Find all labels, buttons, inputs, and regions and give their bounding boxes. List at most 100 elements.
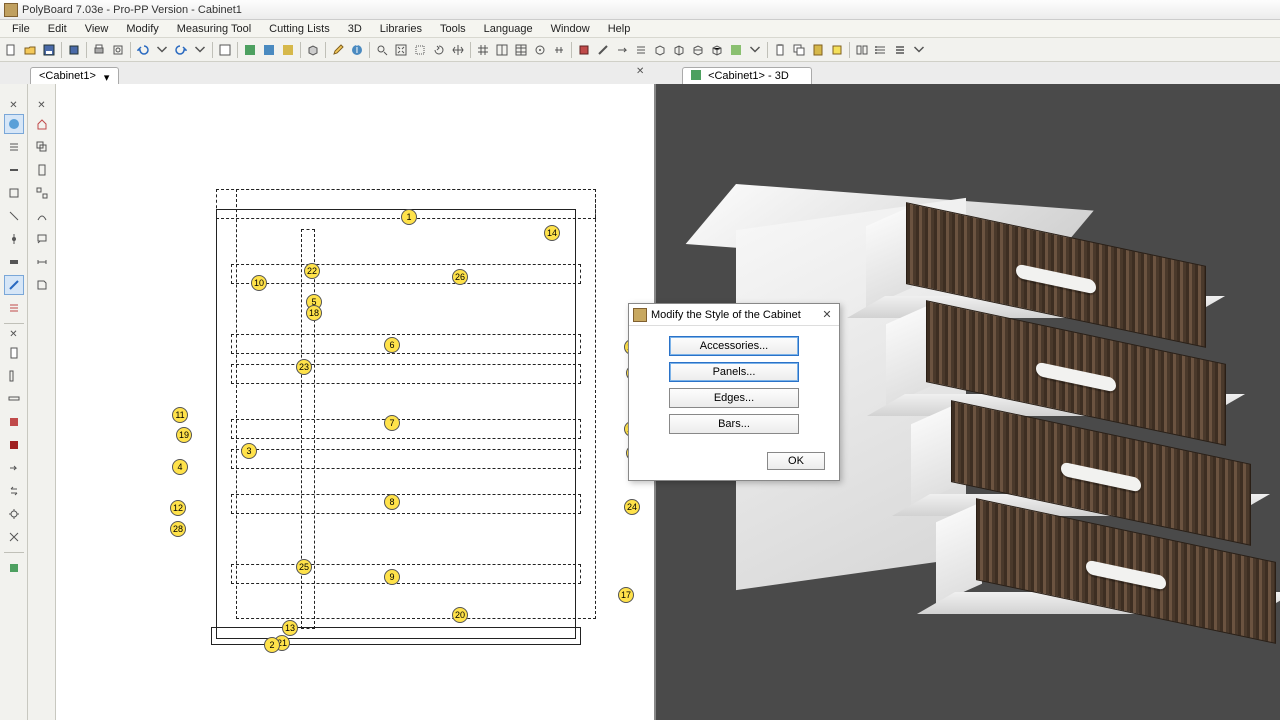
- dialog-close-button[interactable]: ✕: [819, 307, 835, 323]
- tool-ext[interactable]: [4, 527, 24, 547]
- menu-window[interactable]: Window: [543, 22, 598, 36]
- tb-p1d[interactable]: [746, 41, 764, 59]
- menu-3d[interactable]: 3D: [340, 22, 370, 36]
- tb-open[interactable]: [21, 41, 39, 59]
- menu-cutting[interactable]: Cutting Lists: [261, 22, 338, 36]
- tb-m3[interactable]: [613, 41, 631, 59]
- tool-pv[interactable]: [4, 366, 24, 386]
- tb-div[interactable]: [493, 41, 511, 59]
- tool-pointer[interactable]: [4, 114, 24, 134]
- tool-line[interactable]: [4, 137, 24, 157]
- tb-layer-g[interactable]: [241, 41, 259, 59]
- tb-save[interactable]: [40, 41, 58, 59]
- tb-constraint[interactable]: [550, 41, 568, 59]
- window-title: PolyBoard 7.03e - Pro-PP Version - Cabin…: [22, 4, 242, 16]
- menu-view[interactable]: View: [77, 22, 117, 36]
- tb-b1[interactable]: [651, 41, 669, 59]
- tb-redo-drop[interactable]: [191, 41, 209, 59]
- tb-b2[interactable]: [670, 41, 688, 59]
- tb-new[interactable]: [2, 41, 20, 59]
- tab-cabinet-2d[interactable]: <Cabinet1> ▾: [30, 67, 119, 84]
- tool2-curve[interactable]: [32, 206, 52, 226]
- tool-join[interactable]: [4, 229, 24, 249]
- tool2-note[interactable]: [32, 229, 52, 249]
- viewport-2d[interactable]: 1 14 22 5 26 10 18 6 15 23 27 19 3 7 16 …: [56, 84, 656, 720]
- tb-zoom[interactable]: [373, 41, 391, 59]
- menu-language[interactable]: Language: [476, 22, 541, 36]
- tb-preview[interactable]: [109, 41, 127, 59]
- tb-table[interactable]: [512, 41, 530, 59]
- tb-layer-y[interactable]: [279, 41, 297, 59]
- tb-note[interactable]: [828, 41, 846, 59]
- tb-pencil[interactable]: [329, 41, 347, 59]
- accessories-button[interactable]: Accessories...: [669, 336, 799, 356]
- tool-color-lines[interactable]: [4, 298, 24, 318]
- tool-fill-b[interactable]: [4, 435, 24, 455]
- tb-info[interactable]: i: [348, 41, 366, 59]
- tool-rect[interactable]: [4, 160, 24, 180]
- tb-list[interactable]: [872, 41, 890, 59]
- tool-green[interactable]: [4, 558, 24, 578]
- tb-layer-b[interactable]: [260, 41, 278, 59]
- tb-m1[interactable]: [575, 41, 593, 59]
- tool-color-blue[interactable]: [4, 275, 24, 295]
- tb-align[interactable]: [853, 41, 871, 59]
- toolbox1-close[interactable]: ✕: [9, 100, 17, 111]
- menu-edit[interactable]: Edit: [40, 22, 75, 36]
- menu-modify[interactable]: Modify: [118, 22, 166, 36]
- tool-fill-a[interactable]: [4, 412, 24, 432]
- dialog-titlebar[interactable]: Modify the Style of the Cabinet ✕: [629, 304, 839, 326]
- menu-help[interactable]: Help: [600, 22, 639, 36]
- tb-redo[interactable]: [172, 41, 190, 59]
- tool-ph[interactable]: [4, 389, 24, 409]
- tool2-label[interactable]: [32, 275, 52, 295]
- menu-file[interactable]: File: [4, 22, 38, 36]
- tb-snap[interactable]: [531, 41, 549, 59]
- tb-grid[interactable]: [474, 41, 492, 59]
- tb-paste[interactable]: [809, 41, 827, 59]
- tool-arrow[interactable]: [4, 458, 24, 478]
- tb-copy[interactable]: [790, 41, 808, 59]
- tb-clip[interactable]: [771, 41, 789, 59]
- menu-measuring[interactable]: Measuring Tool: [169, 22, 259, 36]
- toolbox2-close[interactable]: ✕: [37, 100, 45, 111]
- panels-button[interactable]: Panels...: [669, 362, 799, 382]
- tb-3d[interactable]: [304, 41, 322, 59]
- tool2-group[interactable]: [32, 183, 52, 203]
- tool2-home[interactable]: [32, 114, 52, 134]
- tb-pan[interactable]: [449, 41, 467, 59]
- tool2-copy[interactable]: [32, 137, 52, 157]
- bars-button[interactable]: Bars...: [669, 414, 799, 434]
- tb-rotate[interactable]: [430, 41, 448, 59]
- tb-save-all[interactable]: [65, 41, 83, 59]
- toolbox1-close2[interactable]: ✕: [9, 329, 17, 340]
- tool-view[interactable]: [4, 252, 24, 272]
- tb-print[interactable]: [90, 41, 108, 59]
- tb-m2[interactable]: [594, 41, 612, 59]
- tb-p1[interactable]: [727, 41, 745, 59]
- menu-tools[interactable]: Tools: [432, 22, 474, 36]
- tool2-doc[interactable]: [32, 160, 52, 180]
- menu-libraries[interactable]: Libraries: [372, 22, 430, 36]
- tool-text[interactable]: [4, 206, 24, 226]
- tab-dropdown-icon[interactable]: ▾: [104, 71, 114, 81]
- tb-undo-drop[interactable]: [153, 41, 171, 59]
- tool-gear[interactable]: [4, 504, 24, 524]
- tb-zoom-fit[interactable]: [392, 41, 410, 59]
- tb-b3[interactable]: [689, 41, 707, 59]
- tool2-dim[interactable]: [32, 252, 52, 272]
- tool-doc2[interactable]: [4, 343, 24, 363]
- tab-cabinet-3d[interactable]: <Cabinet1> - 3D: [682, 67, 812, 84]
- tb-undo[interactable]: [134, 41, 152, 59]
- tb-menu-drop[interactable]: [910, 41, 928, 59]
- tool-panel[interactable]: [4, 183, 24, 203]
- edges-button[interactable]: Edges...: [669, 388, 799, 408]
- tab-close-x[interactable]: ✕: [636, 66, 644, 77]
- tb-m4[interactable]: [632, 41, 650, 59]
- tb-menu[interactable]: [891, 41, 909, 59]
- ok-button[interactable]: OK: [767, 452, 825, 470]
- tb-b4[interactable]: [708, 41, 726, 59]
- tool-swap[interactable]: [4, 481, 24, 501]
- tb-zoom-win[interactable]: [411, 41, 429, 59]
- tb-mode-a[interactable]: [216, 41, 234, 59]
